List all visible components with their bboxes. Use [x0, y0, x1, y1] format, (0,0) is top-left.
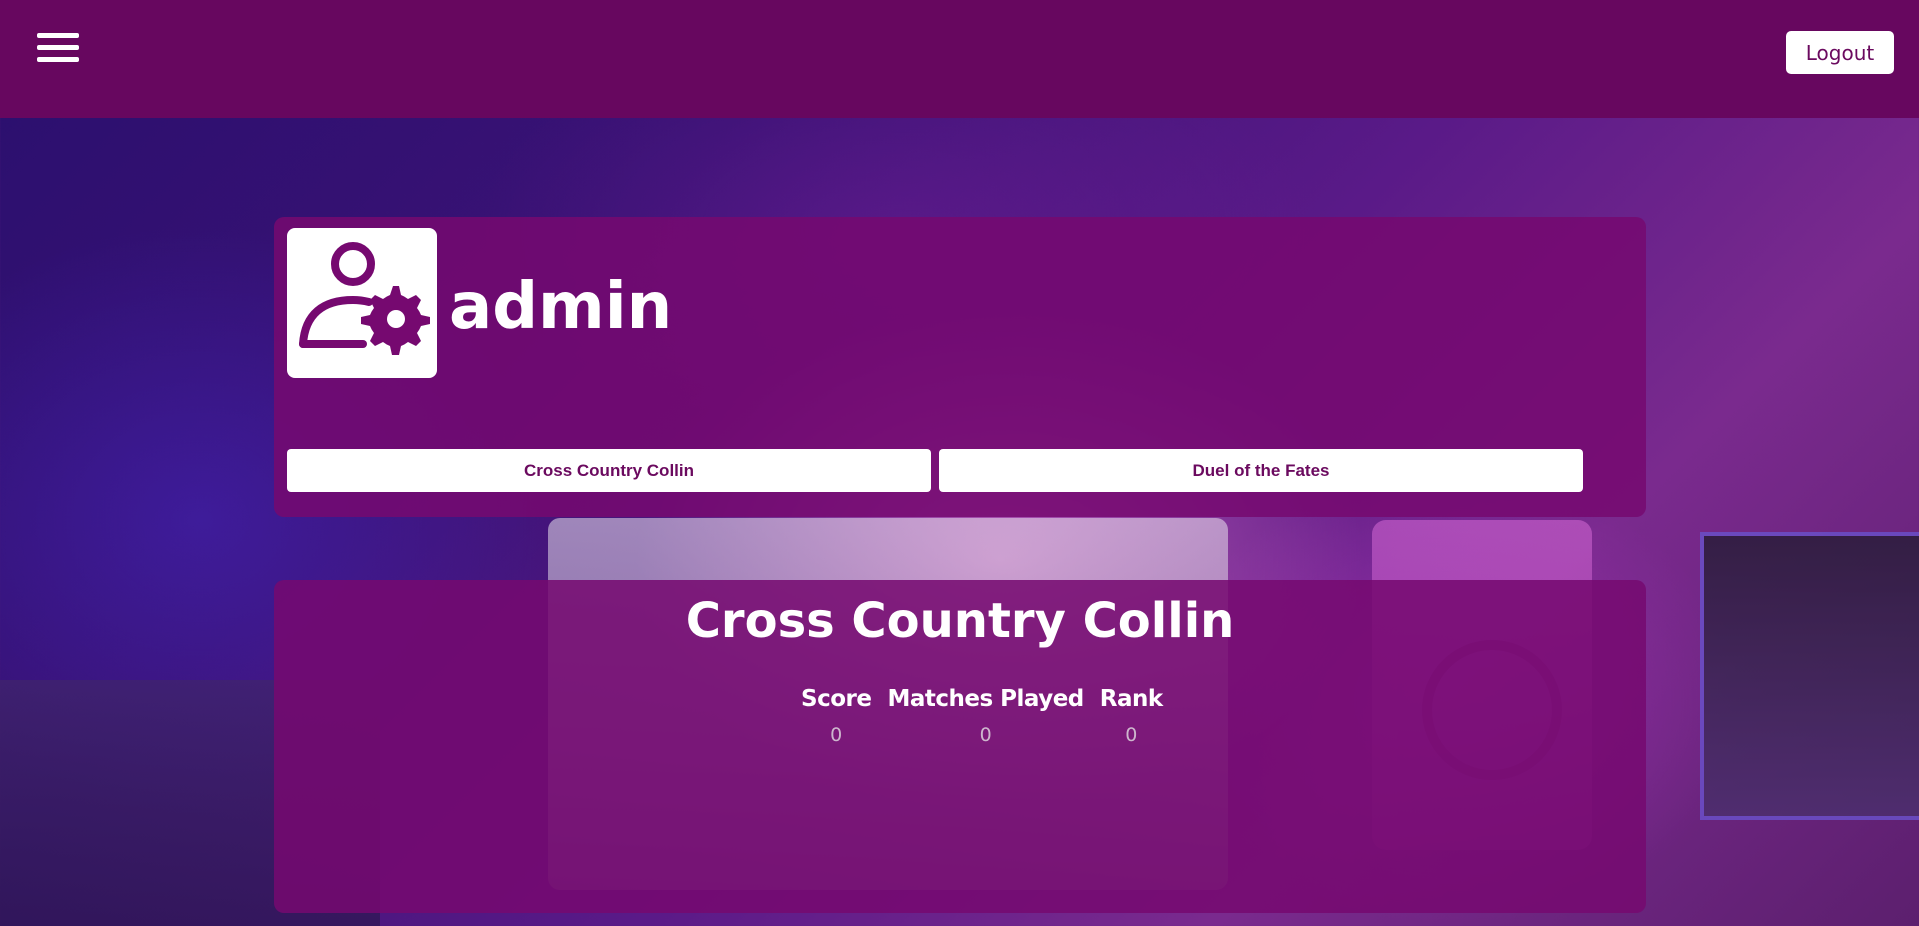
- stats-value-rank: 0: [1125, 724, 1138, 746]
- logout-button[interactable]: Logout: [1786, 31, 1894, 74]
- stats-value-score: 0: [830, 724, 843, 746]
- profile-card: admin Cross Country Collin Duel of the F…: [274, 217, 1646, 517]
- top-navbar: Logout: [0, 0, 1919, 118]
- game-stats-card: Cross Country Collin Score Matches Playe…: [274, 580, 1646, 913]
- stats-header-rank: Rank: [1099, 686, 1163, 712]
- stats-header-matches-played: Matches Played: [887, 686, 1084, 712]
- game-button-cross-country-collin[interactable]: Cross Country Collin: [287, 449, 931, 492]
- game-button-duel-of-the-fates[interactable]: Duel of the Fates: [939, 449, 1583, 492]
- stats-value-row: 0 0 0: [793, 724, 1171, 746]
- username-heading: admin: [449, 270, 673, 344]
- background-pc-case: [1700, 532, 1919, 820]
- stats-title: Cross Country Collin: [685, 593, 1235, 649]
- stats-value-matches-played: 0: [979, 724, 992, 746]
- stats-header-score: Score: [801, 686, 872, 712]
- user-gear-icon: [299, 242, 430, 355]
- avatar: [287, 228, 437, 378]
- hamburger-menu-icon[interactable]: [37, 33, 79, 63]
- stats-table: Score Matches Played Rank 0 0 0: [793, 686, 1171, 746]
- stats-header-row: Score Matches Played Rank: [793, 686, 1171, 724]
